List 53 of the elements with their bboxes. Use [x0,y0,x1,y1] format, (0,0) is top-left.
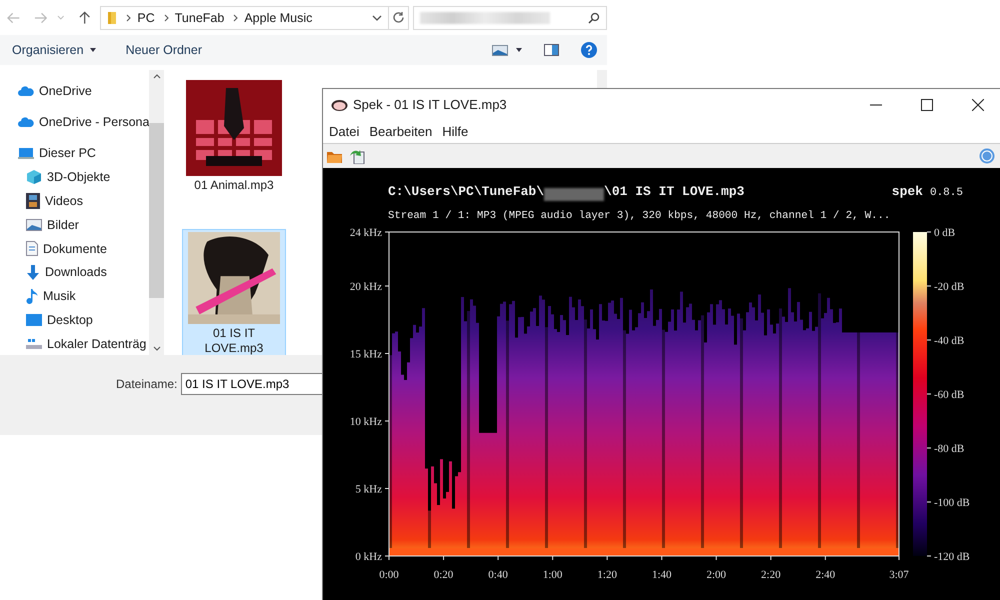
axis-label: -40 dB [934,335,964,347]
sidebar-item[interactable]: Desktop [0,308,150,332]
axis-label: 20 kHz [350,281,382,293]
axis-label: -60 dB [934,389,964,401]
sidebar-item[interactable]: OneDrive - Persona [0,110,150,134]
axis-label: -120 dB [934,551,970,563]
axis-label: -100 dB [934,497,970,509]
version-label: 0.8.5 [930,187,963,199]
axis-label: 5 kHz [355,484,382,496]
file-path: \01 IS IT LOVE.mp3 [604,184,744,199]
sidebar-item[interactable]: Videos [0,189,150,213]
axis-label: 0 dB [934,227,956,239]
sidebar-item[interactable]: Dieser PC [0,142,150,166]
axis-label: 1:40 [652,569,672,581]
sidebar-item[interactable]: Downloads [0,260,150,284]
breadcrumb[interactable]: TuneFab [174,10,224,24]
menu-item[interactable]: Datei [329,124,360,139]
axis-label: 2:20 [761,569,781,581]
sidebar-item[interactable]: Bilder [0,212,150,237]
sidebar-item[interactable]: OneDrive [0,79,150,103]
breadcrumb[interactable]: PC [137,10,155,24]
axis-label: 15 kHz [350,348,382,360]
app-name: spek [892,184,923,199]
axis-label: 2:40 [816,569,836,581]
axis-label: 24 kHz [350,227,382,239]
window-title: Spek - 01 IS IT LOVE.mp3 [353,97,507,112]
menu-item[interactable]: Bearbeiten [369,124,432,139]
file-item[interactable]: 01 Animal.mp3 [182,77,286,205]
sidebar-item[interactable]: Musik [0,284,150,308]
sidebar-item[interactable]: Lokaler Datenträg [0,332,150,356]
stream-info: Stream 1 / 1: MP3 (MPEG audio layer 3), 320 kbps, 48000 Hz, channel 1 / 2, W... [387,209,892,222]
breadcrumb[interactable]: Apple Music [244,10,312,24]
new-folder-button[interactable]: Neuer Ordner [126,40,202,60]
axis-label: 1:20 [597,569,617,581]
axis-label: 0:00 [379,569,399,581]
axis-label: 0:20 [434,569,454,581]
axis-label: 3:07 [889,569,909,581]
axis-label: 0 kHz [355,551,382,563]
organize-button[interactable]: Organisieren [12,40,96,60]
field-label: Dateiname: [116,376,178,393]
sidebar-item[interactable]: Dokumente [0,236,150,261]
axis-label: 10 kHz [350,416,382,428]
axis-label: -80 dB [934,443,964,455]
menu-item[interactable]: Hilfe [442,124,468,139]
axis-label: 2:00 [706,569,726,581]
sidebar-item[interactable]: 3D-Objekte [0,165,150,190]
axis-label: 0:40 [488,569,508,581]
file-item[interactable]: 01 IS IT LOVE.mp3 [182,229,286,355]
axis-label: -20 dB [934,281,964,293]
address-bar[interactable]: PC TuneFab Apple Music [100,6,389,30]
filename-field[interactable]: 01 IS IT LOVE.mp3 [181,373,324,395]
file-path: C:\Users\PC\TuneFab\ [388,184,544,199]
axis-label: 1:00 [542,569,562,581]
